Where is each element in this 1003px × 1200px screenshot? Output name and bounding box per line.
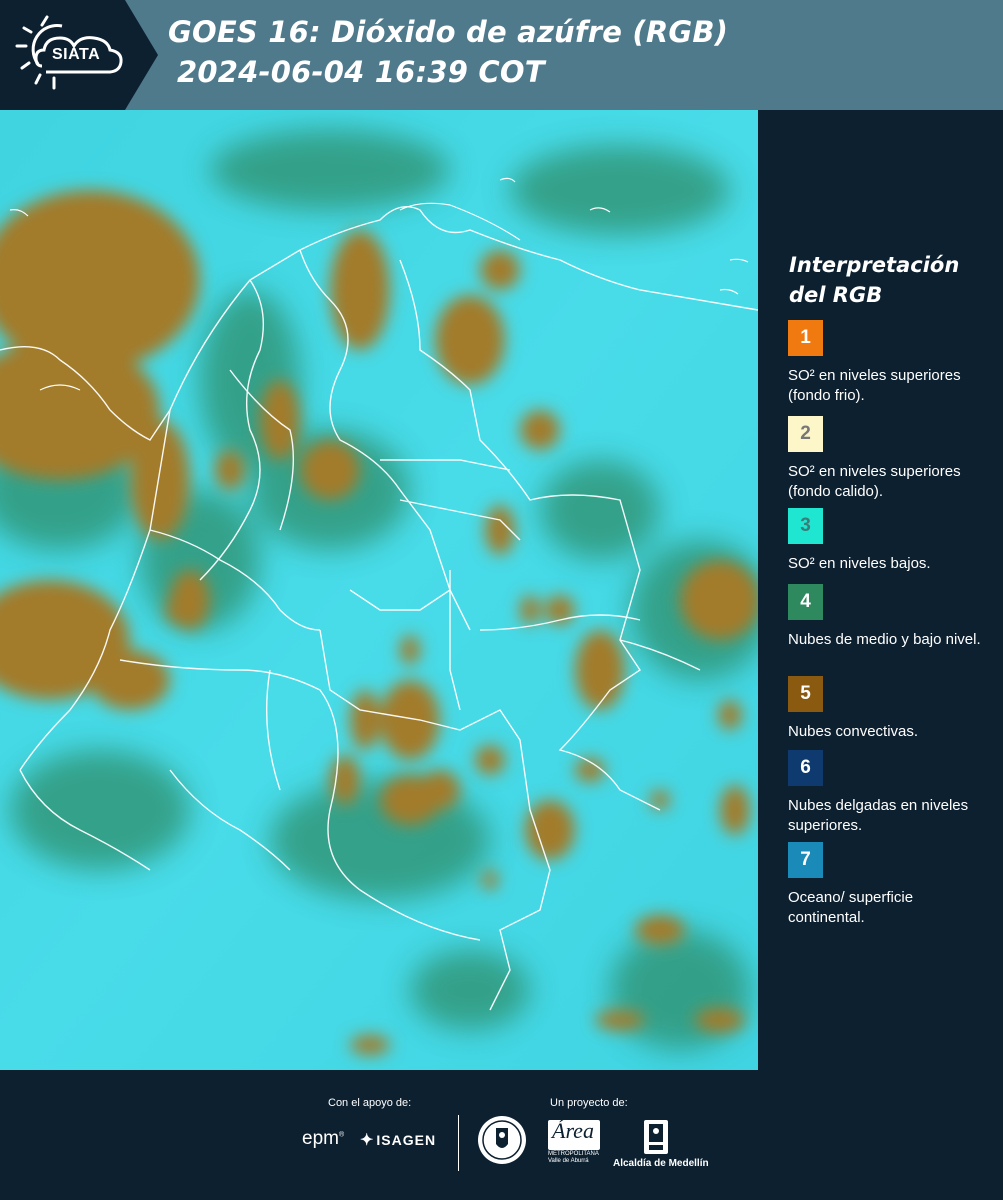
area-logo-sub: METROPOLITANA Valle de Aburrá: [548, 1151, 599, 1165]
footer: Con el apoyo de: Un proyecto de: epm® ✦ I…: [0, 1070, 1003, 1200]
timestamp: 2024-06-04 16:39 COT: [177, 55, 545, 89]
legend-item-7: 7 Oceano/ superficie continental.: [788, 842, 993, 928]
legend-label-4: Nubes de medio y bajo nivel.: [788, 631, 981, 648]
legend-label-1: SO² en niveles superiores (fondo frio).: [788, 367, 961, 404]
epm-logo-text: epm: [302, 1128, 339, 1149]
alcaldia-medellin-text: Alcaldía de Medellín: [613, 1158, 709, 1169]
legend-item-3: 3 SO² en niveles bajos.: [788, 508, 993, 574]
legend-swatch-1: 1: [788, 320, 823, 356]
legend-swatch-3: 3: [788, 508, 823, 544]
legend-swatch-5: 5: [788, 676, 823, 712]
satellite-image: [0, 110, 758, 1070]
legend-swatch-7: 7: [788, 842, 823, 878]
area-logo-name: Área: [552, 1118, 594, 1143]
area-sub-line2: Valle de Aburrá: [548, 1158, 589, 1164]
legend-label-7: Oceano/ superficie continental.: [788, 889, 914, 926]
medellin-emblem-icon: [644, 1120, 668, 1154]
area-metropolitana-logo: Área METROPOLITANA Valle de Aburrá: [548, 1118, 600, 1170]
legend-swatch-4: 4: [788, 584, 823, 620]
legend-item-4: 4 Nubes de medio y bajo nivel.: [788, 584, 993, 650]
epm-logo: epm®: [302, 1128, 345, 1149]
support-caption: Con el apoyo de:: [328, 1097, 412, 1109]
isagen-logo: ✦ ISAGEN: [360, 1130, 436, 1150]
legend-label-5: Nubes convectivas.: [788, 723, 919, 740]
legend-swatch-6: 6: [788, 750, 823, 786]
page-title: GOES 16: Dióxido de azúfre (RGB): [168, 15, 729, 49]
legend-item-6: 6 Nubes delgadas en niveles superiores.: [788, 750, 993, 836]
university-seal-icon: [478, 1116, 526, 1164]
footer-divider: [458, 1115, 459, 1171]
legend-item-1: 1 SO² en niveles superiores (fondo frio)…: [788, 320, 993, 406]
legend-label-6: Nubes delgadas en niveles superiores.: [788, 797, 969, 834]
legend-panel: Interpretación del RGB 1 SO² en niveles …: [760, 110, 1003, 1070]
legend-label-3: SO² en niveles bajos.: [788, 555, 931, 572]
project-caption: Un proyecto de:: [550, 1097, 628, 1109]
header-bar: SIATA GOES 16: Dióxido de azúfre (RGB) 2…: [0, 0, 1003, 110]
siata-logo: SIATA: [0, 0, 158, 110]
legend-item-5: 5 Nubes convectivas.: [788, 676, 993, 742]
isagen-logo-text: ISAGEN: [376, 1132, 437, 1148]
isagen-mark-icon: ✦: [360, 1132, 375, 1149]
legend-label-2: SO² en niveles superiores (fondo calido)…: [788, 463, 961, 500]
area-sub-line1: METROPOLITANA: [548, 1151, 599, 1157]
siata-logo-text: SIATA: [52, 46, 101, 63]
legend-swatch-2: 2: [788, 416, 823, 452]
legend-item-2: 2 SO² en niveles superiores (fondo calid…: [788, 416, 993, 502]
legend-title: Interpretación del RGB: [789, 253, 960, 307]
satellite-map: [0, 110, 758, 1070]
